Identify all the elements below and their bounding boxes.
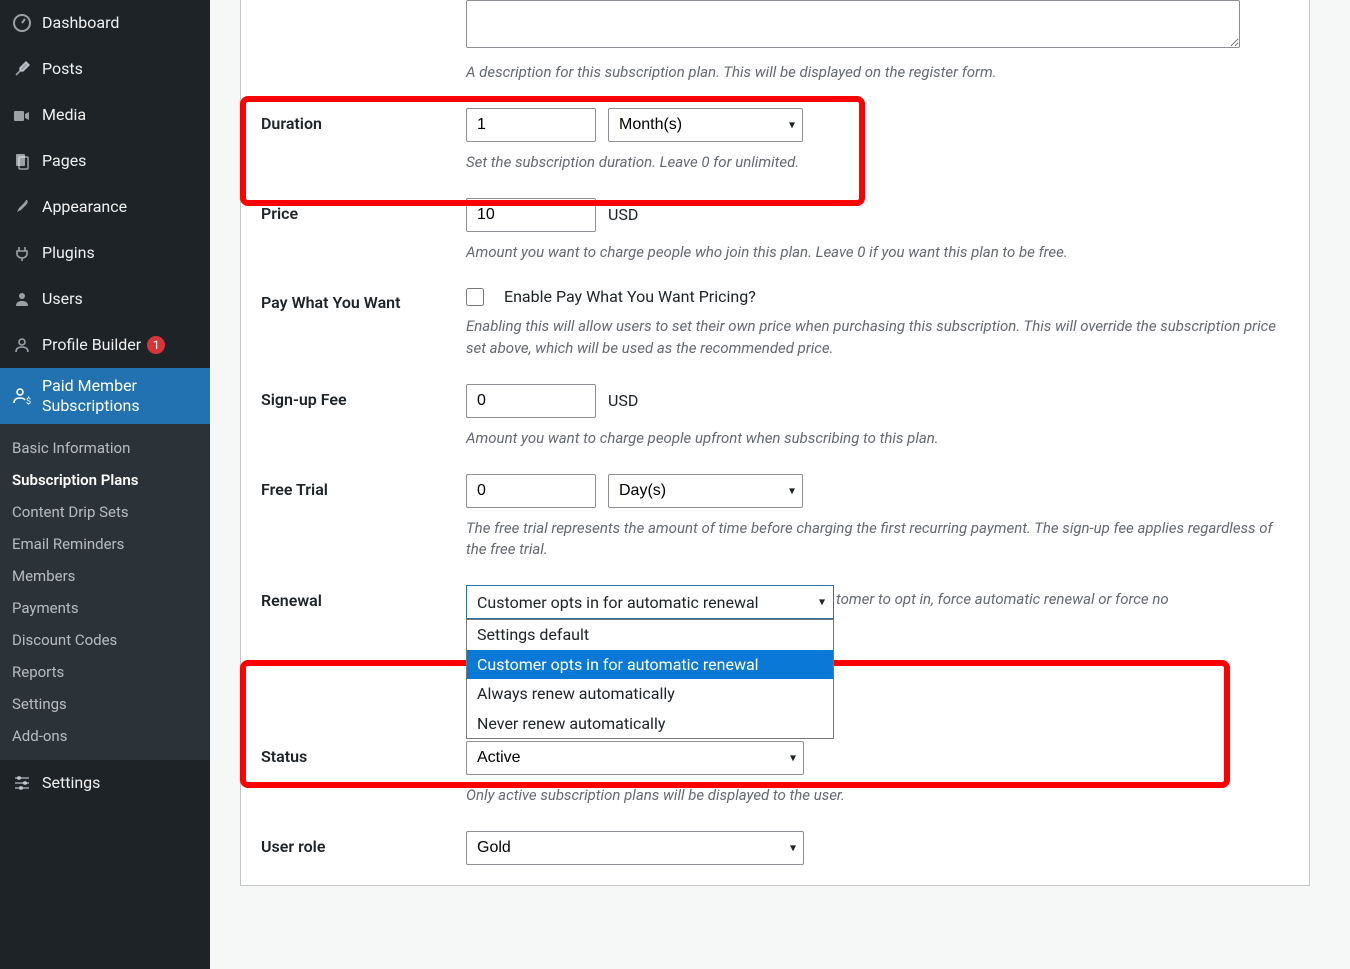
free-trial-input[interactable] <box>466 474 596 508</box>
duration-label: Duration <box>261 108 466 133</box>
submenu-discount-codes[interactable]: Discount Codes <box>0 624 210 656</box>
admin-sidebar: Dashboard Posts Media Pages Appearance P… <box>0 0 210 969</box>
duration-help: Set the subscription duration. Leave 0 f… <box>466 152 1289 174</box>
sidebar-item-label: Users <box>42 289 83 309</box>
sidebar-item-label: Paid Member Subscriptions <box>42 376 198 416</box>
free-trial-unit-select[interactable]: Day(s) <box>608 474 803 508</box>
svg-text:$: $ <box>26 396 31 406</box>
plug-icon <box>12 243 32 263</box>
price-label: Price <box>261 198 466 223</box>
description-label <box>261 0 466 6</box>
user-role-row: User role Gold <box>261 807 1289 865</box>
pwyw-label: Pay What You Want <box>261 287 466 312</box>
price-row: Price USD Amount you want to charge peop… <box>261 174 1289 264</box>
sidebar-item-pages[interactable]: Pages <box>0 138 210 184</box>
renewal-row: Renewal Customer opts in for automatic r… <box>261 561 1289 611</box>
sidebar-item-users[interactable]: Users <box>0 276 210 322</box>
signup-fee-currency: USD <box>608 391 638 410</box>
description-help: A description for this subscription plan… <box>466 62 1289 84</box>
sidebar-item-label: Pages <box>42 151 86 171</box>
duration-input[interactable] <box>466 108 596 142</box>
submenu-reports[interactable]: Reports <box>0 656 210 688</box>
user-role-select[interactable]: Gold <box>466 831 804 865</box>
sidebar-item-label: Appearance <box>42 197 127 217</box>
renewal-help: tomer to opt in, force automatic renewal… <box>836 589 1289 611</box>
sidebar-item-label: Dashboard <box>42 13 119 33</box>
price-help: Amount you want to charge people who joi… <box>466 242 1289 264</box>
sidebar-item-label: Profile Builder <box>42 335 141 355</box>
sidebar-item-appearance[interactable]: Appearance <box>0 184 210 230</box>
signup-fee-help: Amount you want to charge people upfront… <box>466 428 1289 450</box>
sidebar-item-plugins[interactable]: Plugins <box>0 230 210 276</box>
pwyw-checkbox[interactable] <box>466 288 484 306</box>
renewal-option[interactable]: Never renew automatically <box>467 709 833 739</box>
free-trial-row: Free Trial Day(s) The free trial represe… <box>261 450 1289 562</box>
brush-icon <box>12 197 32 217</box>
pin-icon <box>12 59 32 79</box>
submenu-settings[interactable]: Settings <box>0 688 210 720</box>
submenu-payments[interactable]: Payments <box>0 592 210 624</box>
pages-icon <box>12 151 32 171</box>
status-label: Status <box>261 741 466 766</box>
renewal-select[interactable]: Customer opts in for automatic renewal <box>466 585 834 619</box>
sidebar-submenu: Basic Information Subscription Plans Con… <box>0 424 210 760</box>
price-input[interactable] <box>466 198 596 232</box>
status-select[interactable]: Active <box>466 741 804 775</box>
sidebar-item-paid-member-subscriptions[interactable]: $ Paid Member Subscriptions <box>0 368 210 424</box>
sidebar-item-dashboard[interactable]: Dashboard <box>0 0 210 46</box>
signup-fee-label: Sign-up Fee <box>261 384 466 409</box>
update-badge: 1 <box>147 336 165 354</box>
user-role-label: User role <box>261 831 466 856</box>
sidebar-item-label: Posts <box>42 59 83 79</box>
user-icon <box>12 289 32 309</box>
person-dollar-icon: $ <box>12 386 32 406</box>
renewal-options-dropdown: Settings default Customer opts in for au… <box>466 619 834 739</box>
sidebar-item-label: Media <box>42 105 86 125</box>
submenu-content-drip-sets[interactable]: Content Drip Sets <box>0 496 210 528</box>
renewal-option[interactable]: Customer opts in for automatic renewal <box>467 650 833 680</box>
submenu-basic-information[interactable]: Basic Information <box>0 432 210 464</box>
duration-unit-select[interactable]: Month(s) <box>608 108 803 142</box>
signup-fee-input[interactable] <box>466 384 596 418</box>
media-icon <box>12 105 32 125</box>
sliders-icon <box>12 773 32 793</box>
price-currency: USD <box>608 205 638 224</box>
settings-panel: A description for this subscription plan… <box>240 0 1310 886</box>
sidebar-item-label: Plugins <box>42 243 95 263</box>
renewal-option[interactable]: Always renew automatically <box>467 679 833 709</box>
sidebar-item-posts[interactable]: Posts <box>0 46 210 92</box>
renewal-label: Renewal <box>261 585 466 610</box>
duration-row: Duration Month(s) Set the subscription d… <box>261 84 1289 174</box>
renewal-option[interactable]: Settings default <box>467 620 833 650</box>
free-trial-label: Free Trial <box>261 474 466 499</box>
description-textarea[interactable] <box>466 0 1240 48</box>
submenu-add-ons[interactable]: Add-ons <box>0 720 210 752</box>
sidebar-item-profile-builder[interactable]: Profile Builder 1 <box>0 322 210 368</box>
content-area: A description for this subscription plan… <box>210 0 1350 969</box>
submenu-members[interactable]: Members <box>0 560 210 592</box>
person-icon <box>12 335 32 355</box>
status-help: Only active subscription plans will be d… <box>466 785 1289 807</box>
sidebar-item-label: Settings <box>42 773 100 793</box>
pwyw-checkbox-label: Enable Pay What You Want Pricing? <box>504 287 756 306</box>
pwyw-help: Enabling this will allow users to set th… <box>466 316 1289 360</box>
renewal-selected-value: Customer opts in for automatic renewal <box>477 593 759 612</box>
submenu-email-reminders[interactable]: Email Reminders <box>0 528 210 560</box>
sidebar-item-media[interactable]: Media <box>0 92 210 138</box>
free-trial-help: The free trial represents the amount of … <box>466 518 1289 562</box>
submenu-subscription-plans[interactable]: Subscription Plans <box>0 464 210 496</box>
sidebar-item-settings[interactable]: Settings <box>0 760 210 806</box>
dashboard-icon <box>12 13 32 33</box>
pwyw-row: Pay What You Want Enable Pay What You Wa… <box>261 263 1289 360</box>
signup-fee-row: Sign-up Fee USD Amount you want to charg… <box>261 360 1289 450</box>
